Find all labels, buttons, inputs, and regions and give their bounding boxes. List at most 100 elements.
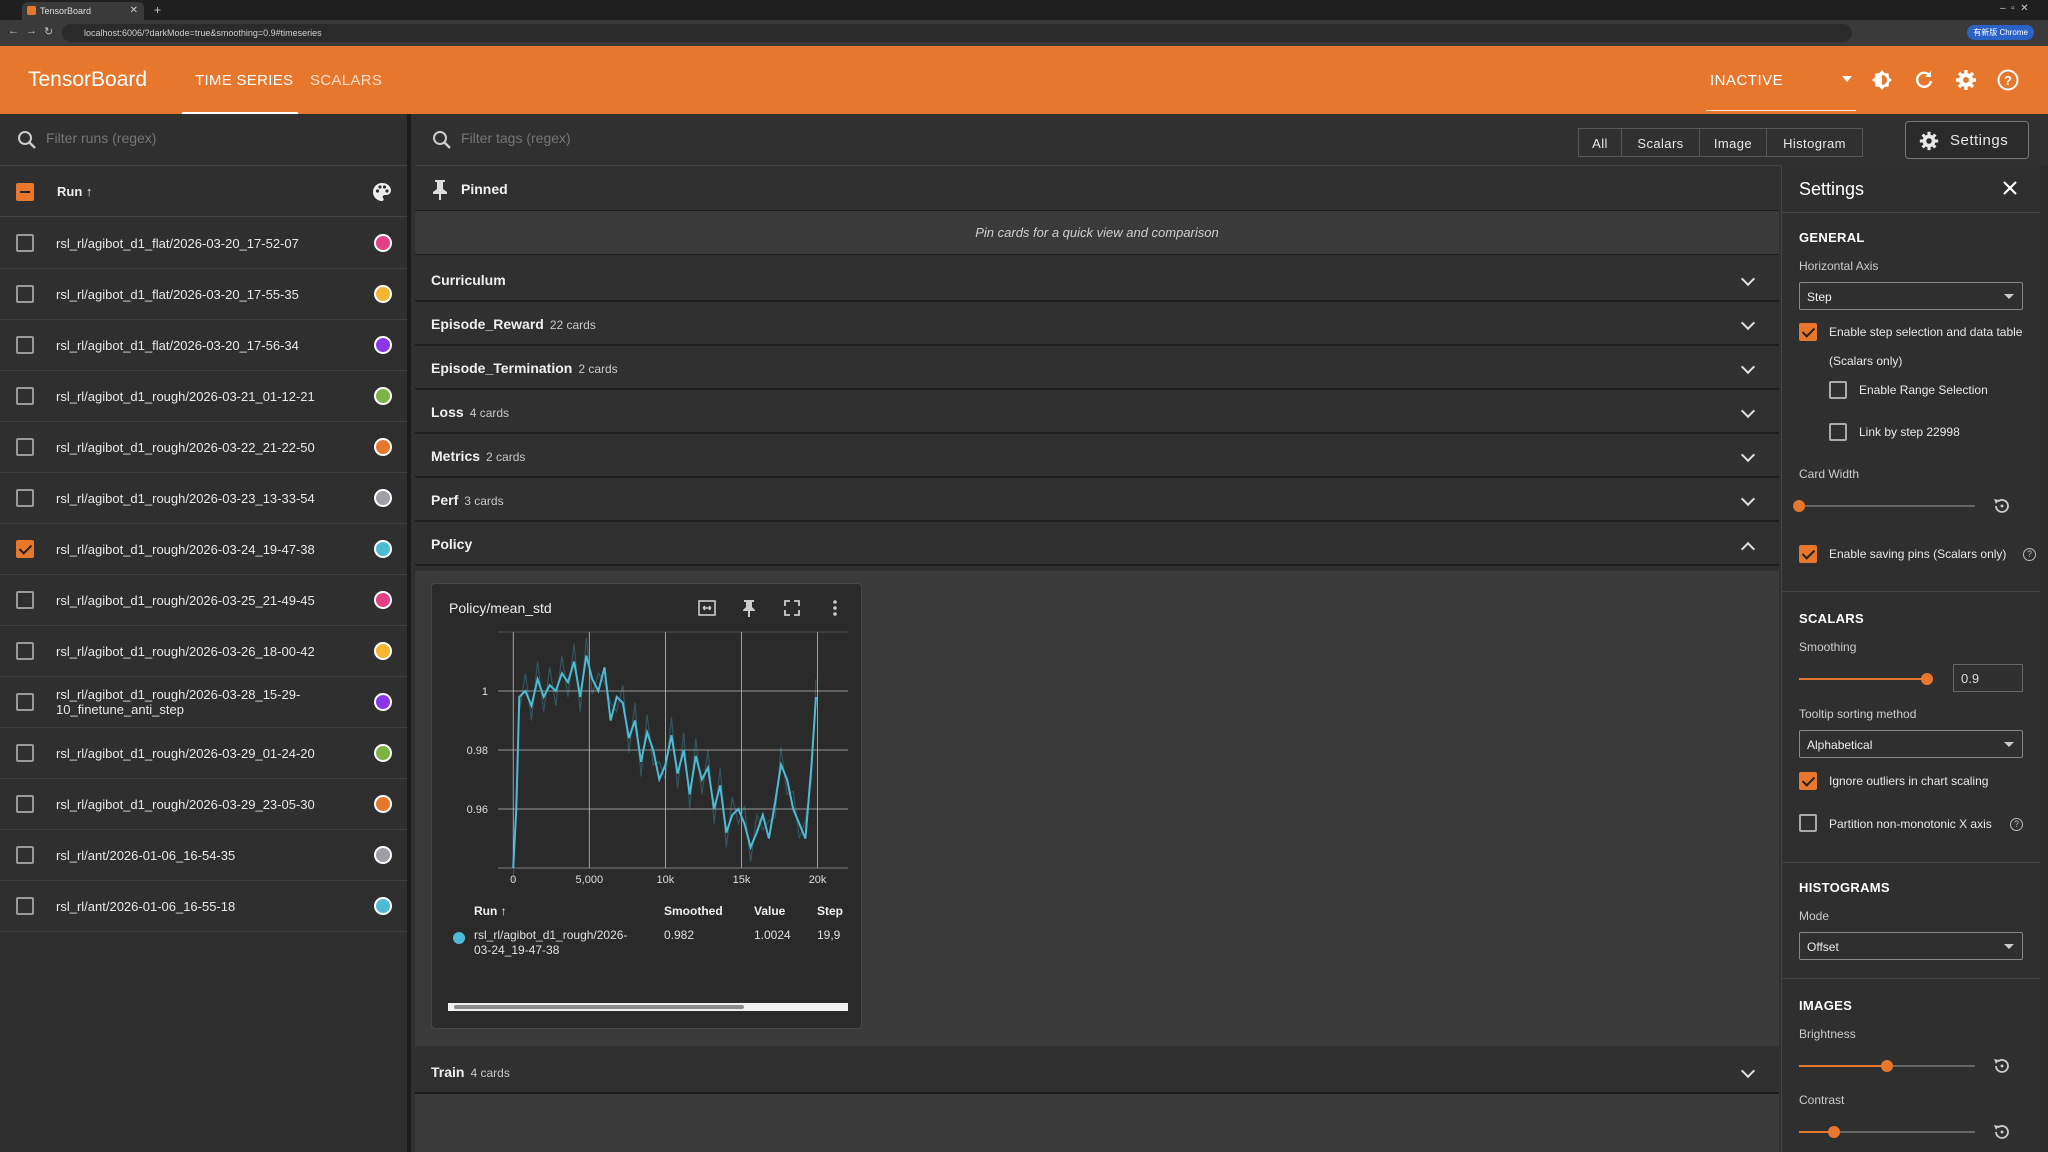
more-vert-icon[interactable]	[825, 598, 845, 618]
group-metrics[interactable]: Metrics 2 cards	[415, 434, 1779, 478]
run-row[interactable]: rsl_rl/agibot_d1_rough/2026-03-25_21-49-…	[0, 575, 407, 626]
run-color-swatch[interactable]	[374, 336, 392, 354]
table-header-smoothed[interactable]: Smoothed	[664, 904, 723, 918]
smoothing-input[interactable]: 0.9	[1953, 664, 2023, 692]
card-width-track[interactable]	[1799, 505, 1975, 507]
brightness-knob[interactable]	[1881, 1060, 1893, 1072]
run-checkbox[interactable]	[16, 540, 34, 558]
run-checkbox[interactable]	[16, 897, 34, 915]
run-checkbox[interactable]	[16, 438, 34, 456]
help-icon[interactable]: ?	[2010, 818, 2023, 831]
run-color-swatch[interactable]	[374, 234, 392, 252]
run-color-swatch[interactable]	[374, 438, 392, 456]
group-episode-reward[interactable]: Episode_Reward 22 cards	[415, 302, 1779, 346]
select-all-checkbox[interactable]	[16, 183, 34, 201]
tag-filter-input[interactable]	[461, 130, 1061, 146]
run-row[interactable]: rsl_rl/agibot_d1_rough/2026-03-21_01-12-…	[0, 371, 407, 422]
run-row[interactable]: rsl_rl/ant/2026-01-06_16-54-35	[0, 830, 407, 881]
line-chart[interactable]: 0 5,000 10k 15k 20k0.960.981	[432, 628, 863, 888]
horizontal-axis-select[interactable]: Step	[1799, 282, 2023, 310]
link-by-step-checkbox[interactable]	[1829, 423, 1847, 441]
help-icon[interactable]: ?	[2023, 548, 2036, 561]
group-episode-termination[interactable]: Episode_Termination 2 cards	[415, 346, 1779, 390]
refresh-icon[interactable]	[1912, 68, 1936, 92]
reset-icon[interactable]	[1991, 1121, 2013, 1143]
run-color-swatch[interactable]	[374, 285, 392, 303]
theme-icon[interactable]	[1870, 68, 1894, 92]
run-color-swatch[interactable]	[374, 744, 392, 762]
filter-all-button[interactable]: All	[1578, 128, 1622, 157]
settings-button[interactable]: Settings	[1905, 121, 2029, 159]
run-checkbox[interactable]	[16, 744, 34, 762]
run-color-swatch[interactable]	[374, 897, 392, 915]
close-icon[interactable]	[2000, 178, 2020, 198]
chevron-down-icon[interactable]	[1740, 491, 1756, 507]
table-header-value[interactable]: Value	[754, 904, 785, 918]
step-selection-checkbox[interactable]	[1799, 323, 1817, 341]
card-horizontal-scrollbar[interactable]	[448, 1003, 848, 1011]
run-checkbox[interactable]	[16, 795, 34, 813]
run-color-swatch[interactable]	[374, 591, 392, 609]
run-color-swatch[interactable]	[374, 795, 392, 813]
chevron-down-icon[interactable]	[1740, 447, 1756, 463]
run-checkbox[interactable]	[16, 387, 34, 405]
run-row[interactable]: rsl_rl/agibot_d1_rough/2026-03-22_21-22-…	[0, 422, 407, 473]
new-tab-icon[interactable]: +	[154, 3, 161, 17]
fit-domain-icon[interactable]	[697, 598, 717, 618]
group-policy[interactable]: Policy	[415, 522, 1779, 566]
plugin-select[interactable]: INACTIVE	[1710, 72, 1783, 89]
tab-time-series[interactable]: TIME SERIES	[195, 72, 293, 89]
table-header-run[interactable]: Run ↑	[474, 904, 507, 918]
reload-icon[interactable]: ↻	[44, 25, 53, 38]
reset-icon[interactable]	[1991, 1055, 2013, 1077]
run-color-swatch[interactable]	[374, 642, 392, 660]
palette-icon[interactable]	[371, 181, 393, 203]
card-width-knob[interactable]	[1793, 500, 1805, 512]
partition-checkbox[interactable]	[1799, 814, 1817, 832]
chevron-down-icon[interactable]	[1842, 76, 1852, 82]
run-checkbox[interactable]	[16, 591, 34, 609]
scrollbar-thumb[interactable]	[454, 1005, 744, 1009]
window-controls[interactable]: – ▫ ✕	[2000, 3, 2029, 14]
group-curriculum[interactable]: Curriculum	[415, 258, 1779, 302]
settings-gear-icon[interactable]	[1954, 68, 1978, 92]
help-icon[interactable]: ?	[1996, 68, 2020, 92]
run-row[interactable]: rsl_rl/agibot_d1_rough/2026-03-29_01-24-…	[0, 728, 407, 779]
run-filter-input[interactable]	[46, 130, 386, 146]
run-color-swatch[interactable]	[374, 540, 392, 558]
back-icon[interactable]: ←	[8, 25, 19, 37]
run-checkbox[interactable]	[16, 489, 34, 507]
run-column-header[interactable]: Run ↑	[57, 184, 92, 199]
scalar-card[interactable]: Policy/mean_std 0 5,000 10k 15k 20k 0.96 0.98 1…	[431, 583, 862, 1029]
saving-pins-checkbox[interactable]	[1799, 545, 1817, 563]
run-checkbox[interactable]	[16, 693, 34, 711]
chevron-up-icon[interactable]	[1740, 541, 1756, 557]
run-checkbox[interactable]	[16, 285, 34, 303]
run-color-swatch[interactable]	[374, 693, 392, 711]
forward-icon[interactable]: →	[26, 25, 37, 37]
table-header-step[interactable]: Step	[817, 904, 843, 918]
chrome-update-badge[interactable]: 有新版 Chrome	[1967, 25, 2034, 40]
histogram-mode-select[interactable]: Offset	[1799, 932, 2023, 960]
chevron-down-icon[interactable]	[1740, 359, 1756, 375]
run-row[interactable]: rsl_rl/agibot_d1_flat/2026-03-20_17-55-3…	[0, 269, 407, 320]
range-selection-checkbox[interactable]	[1829, 381, 1847, 399]
url-field[interactable]: localhost:6006/?darkMode=true&smoothing=…	[62, 24, 1852, 42]
run-row[interactable]: rsl_rl/ant/2026-01-06_16-55-18	[0, 881, 407, 932]
run-checkbox[interactable]	[16, 846, 34, 864]
contrast-knob[interactable]	[1828, 1126, 1840, 1138]
reset-icon[interactable]	[1991, 495, 2013, 517]
chevron-down-icon[interactable]	[1740, 315, 1756, 331]
filter-image-button[interactable]: Image	[1699, 128, 1767, 157]
chevron-down-icon[interactable]	[1740, 271, 1756, 287]
run-row[interactable]: rsl_rl/agibot_d1_rough/2026-03-28_15-29-…	[0, 677, 407, 728]
filter-scalars-button[interactable]: Scalars	[1621, 128, 1700, 157]
run-row[interactable]: rsl_rl/agibot_d1_rough/2026-03-23_13-33-…	[0, 473, 407, 524]
chevron-down-icon[interactable]	[1740, 403, 1756, 419]
ignore-outliers-checkbox[interactable]	[1799, 772, 1817, 790]
run-checkbox[interactable]	[16, 642, 34, 660]
filter-histogram-button[interactable]: Histogram	[1766, 128, 1863, 157]
run-checkbox[interactable]	[16, 336, 34, 354]
settings-scrollbar[interactable]	[2040, 166, 2048, 1152]
group-train[interactable]: Train 4 cards	[415, 1050, 1779, 1094]
